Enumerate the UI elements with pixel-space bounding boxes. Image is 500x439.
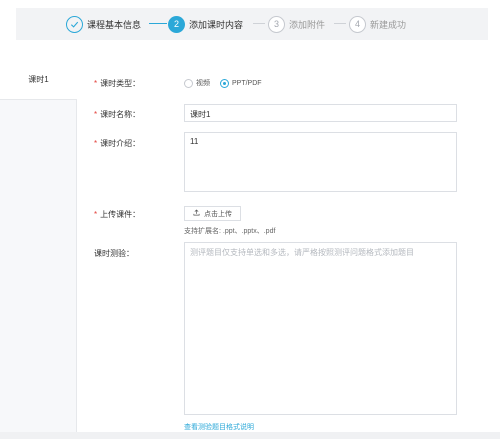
upload-button-label: 点击上传 bbox=[204, 210, 232, 218]
radio-ppt-pdf[interactable]: PPT/PDF bbox=[220, 78, 262, 88]
lesson-name-label: * 课时名称： bbox=[94, 110, 141, 119]
step-label: 添加课时内容 bbox=[189, 19, 244, 30]
radio-circle[interactable] bbox=[220, 78, 229, 88]
radio-circle[interactable] bbox=[184, 78, 193, 88]
step-label: 新建成功 bbox=[370, 19, 407, 30]
step-label: 添加附件 bbox=[289, 19, 326, 30]
step-add-attachment: 3 添加附件 bbox=[268, 14, 325, 34]
step-connector bbox=[149, 23, 167, 24]
step-number-badge: 4 bbox=[349, 15, 366, 33]
check-icon bbox=[66, 15, 83, 33]
radio-video[interactable]: 视频 bbox=[184, 78, 210, 88]
bottom-bar bbox=[0, 432, 500, 439]
upload-icon bbox=[193, 209, 200, 218]
lesson-intro-textarea[interactable]: 11 bbox=[184, 132, 457, 192]
progress-stepper: 课程基本信息 2 添加课时内容 3 添加附件 4 新建成功 bbox=[16, 8, 488, 40]
upload-hint: 支持扩展名: .ppt、.pptx、.pdf bbox=[184, 228, 276, 235]
lesson-quiz-textarea[interactable]: 测评题目仅支持单选和多选，请严格按照测评问题格式添加题目 bbox=[184, 242, 457, 415]
step-course-info: 课程基本信息 bbox=[66, 14, 141, 34]
step-number-badge: 3 bbox=[268, 15, 285, 33]
step-connector bbox=[253, 23, 265, 24]
lesson-type-radio-group: 视频 PPT/PDF bbox=[184, 78, 272, 88]
radio-label: 视频 bbox=[196, 80, 210, 87]
required-mark: * bbox=[94, 139, 98, 148]
lesson-type-label: * 课时类型： bbox=[94, 79, 141, 88]
quiz-format-link[interactable]: 查看测验题目格式说明 bbox=[184, 422, 254, 432]
step-label: 课程基本信息 bbox=[87, 19, 142, 30]
required-mark: * bbox=[94, 110, 98, 119]
step-created: 4 新建成功 bbox=[349, 14, 406, 34]
step-number-badge: 2 bbox=[168, 15, 185, 33]
required-mark: * bbox=[94, 210, 98, 219]
radio-label: PPT/PDF bbox=[232, 79, 262, 87]
required-mark: * bbox=[94, 79, 98, 88]
step-connector bbox=[334, 23, 346, 24]
sidebar-item-lesson-1[interactable]: 课时1 bbox=[0, 60, 77, 100]
upload-courseware-label: * 上传课件： bbox=[94, 210, 141, 219]
lesson-quiz-label: 课时测验： bbox=[94, 249, 134, 258]
step-add-lesson: 2 添加课时内容 bbox=[168, 14, 243, 34]
lesson-intro-label: * 课时介绍： bbox=[94, 139, 141, 148]
upload-button[interactable]: 点击上传 bbox=[184, 206, 241, 221]
lesson-sidebar: 课时1 bbox=[0, 60, 77, 432]
lesson-name-input[interactable]: 课时1 bbox=[184, 104, 457, 122]
quiz-placeholder: 测评题目仅支持单选和多选，请严格按照测评问题格式添加题目 bbox=[190, 248, 414, 257]
